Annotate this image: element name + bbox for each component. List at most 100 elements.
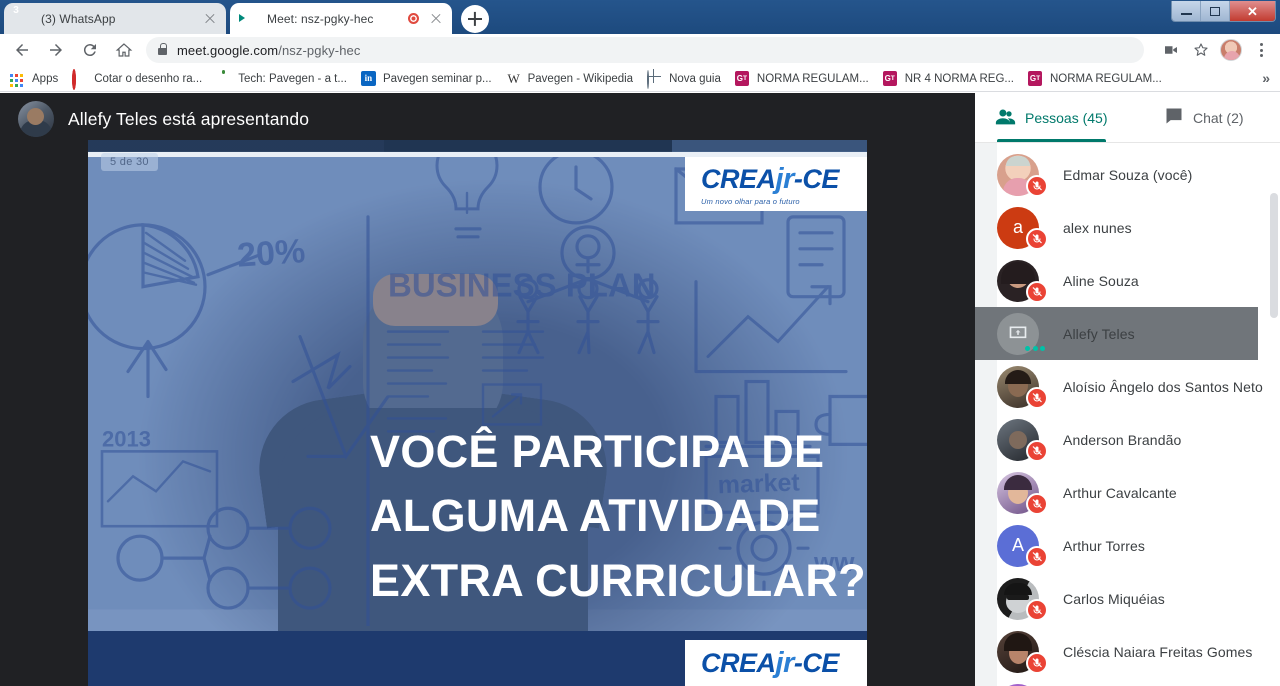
participant-row[interactable] (975, 678, 1280, 686)
bookmark-tech-pavegen[interactable]: Tech: Pavegen - a t... (216, 71, 347, 87)
linkedin-icon: in (360, 70, 377, 87)
presented-slide[interactable]: 20% BUSINESS PLAN market 2013 ww 5 de 30… (88, 140, 867, 686)
participant-row[interactable]: Aline Souza (975, 254, 1280, 307)
people-icon (995, 106, 1016, 130)
slide-counter-badge: 5 de 30 (101, 153, 158, 171)
participant-row[interactable]: A Arthur Torres (975, 519, 1280, 572)
apps-grid-icon (10, 71, 26, 87)
slide-bottom-bar: CREAjr-CE (88, 631, 867, 686)
presenter-status-text: Allefy Teles está apresentando (68, 108, 310, 129)
crea-logo-tagline: Um novo olhar para o futuro (701, 197, 800, 206)
people-panel: Pessoas (45) Chat (2) Edmar Souza (você)… (975, 93, 1280, 686)
participant-name: Cléscia Naiara Freitas Gomes (1063, 643, 1253, 660)
crea-wordmark: CREAjr-CE (701, 647, 840, 678)
participant-row[interactable]: Edmar Souza (você) (975, 148, 1280, 201)
participant-row[interactable]: Aloísio Ângelo dos Santos Neto (975, 360, 1280, 413)
bookmark-nr4-norma-reg[interactable]: GT NR 4 NORMA REG... (882, 70, 1014, 87)
mic-muted-icon (1026, 280, 1048, 303)
red-target-icon (72, 68, 88, 90)
mic-muted-icon (1026, 545, 1048, 568)
google-meet-app: Allefy Teles está apresentando 20% BUSIN… (0, 93, 1280, 686)
bookmark-label: Tech: Pavegen - a t... (238, 72, 347, 85)
window-minimize-button[interactable] (1172, 1, 1201, 21)
avatar (997, 418, 1048, 462)
tab-pessoas[interactable]: Pessoas (45) (975, 93, 1128, 142)
window-maximize-button[interactable] (1201, 1, 1230, 21)
address-bar[interactable]: meet.google.com/nsz-pgky-hec (146, 37, 1144, 63)
toolbar-icons (1154, 37, 1280, 63)
bookmark-label: NR 4 NORMA REG... (904, 72, 1014, 85)
participant-row[interactable]: Cléscia Naiara Freitas Gomes (975, 625, 1280, 678)
participant-name: Aloísio Ângelo dos Santos Neto (1063, 378, 1263, 395)
gt-doc-icon: GT (734, 70, 751, 87)
participant-name: Aline Souza (1063, 272, 1139, 289)
google-meet-icon (242, 11, 258, 27)
window-close-button[interactable]: ✕ (1230, 1, 1275, 21)
participant-row[interactable]: a alex nunes (975, 201, 1280, 254)
avatar (997, 577, 1048, 621)
crea-jr-logo-top: CREAjr-CE Um novo olhar para o futuro (685, 157, 867, 211)
participant-row[interactable]: Anderson Brandão (975, 413, 1280, 466)
mic-muted-icon (1026, 227, 1048, 250)
tab-title-meet: Meet: nsz-pgky-hec (267, 11, 374, 26)
reload-icon[interactable] (76, 36, 104, 64)
bookmark-apps[interactable]: Apps (10, 71, 58, 87)
close-icon[interactable] (202, 11, 218, 27)
participant-name: Allefy Teles (1063, 325, 1135, 342)
bookmark-label: NORMA REGULAM... (1050, 72, 1162, 85)
browser-tab-meet[interactable]: Meet: nsz-pgky-hec (230, 3, 452, 34)
wikipedia-icon: W (507, 70, 520, 86)
forward-icon[interactable] (42, 36, 70, 64)
new-tab-button[interactable] (461, 5, 489, 33)
bookmark-label: NORMA REGULAM... (756, 72, 869, 85)
bookmark-cotar-desenho[interactable]: Cotar o desenho ra... (72, 68, 202, 90)
kebab-menu-icon[interactable] (1248, 37, 1274, 63)
bookmark-norma-regulam-2[interactable]: GT NORMA REGULAM... (1028, 70, 1162, 87)
tab-title-whatsapp: (3) WhatsApp (41, 11, 116, 26)
profile-avatar[interactable] (1218, 37, 1244, 63)
avatar (997, 365, 1048, 409)
mic-muted-icon (1026, 174, 1048, 197)
slide-title-line-3: EXTRA CURRICULAR? (370, 554, 866, 606)
participants-list[interactable]: Edmar Souza (você) a alex nunes Aline So… (975, 143, 1280, 686)
lock-icon (158, 43, 168, 55)
mic-muted-icon (1026, 598, 1048, 621)
bookmark-nova-guia[interactable]: Nova guia (647, 69, 721, 89)
mic-muted-icon (1026, 386, 1048, 409)
bookmark-norma-regulam-1[interactable]: GT NORMA REGULAM... (734, 70, 869, 87)
presentation-header: Allefy Teles está apresentando (0, 93, 975, 145)
tab-pessoas-label: Pessoas (45) (1025, 109, 1108, 126)
slide-title-line-1: VOCÊ PARTICIPA DE (370, 426, 825, 477)
tab-chat[interactable]: Chat (2) (1128, 93, 1280, 142)
crea-wordmark: CREAjr-CE (701, 165, 867, 194)
recording-indicator-icon (408, 13, 419, 24)
back-icon[interactable] (8, 36, 36, 64)
bookmark-label: Nova guia (669, 72, 721, 85)
url-text: meet.google.com/nsz-pgky-hec (177, 43, 360, 58)
participant-row[interactable]: Carlos Miquéias (975, 572, 1280, 625)
crea-logo-text: CREA (701, 164, 776, 194)
crea-logo-suffix: -CE (793, 647, 840, 678)
camera-blocked-icon[interactable] (1158, 37, 1184, 63)
bookmarks-bar: Apps Cotar o desenho ra... Tech: Pavegen… (0, 66, 1280, 92)
close-icon[interactable] (428, 11, 444, 27)
participant-row-presenting[interactable]: Allefy Teles (975, 307, 1280, 360)
bookmark-pavegen-seminar[interactable]: in Pavegen seminar p... (360, 70, 492, 87)
bookmark-label: Apps (32, 72, 59, 85)
participant-row[interactable]: Arthur Cavalcante (975, 466, 1280, 519)
bookmark-pavegen-wikipedia[interactable]: W Pavegen - Wikipedia (506, 71, 633, 87)
browser-toolbar: meet.google.com/nsz-pgky-hec (0, 34, 1280, 66)
star-icon[interactable] (1188, 37, 1214, 63)
bookmark-label: Pavegen - Wikipedia (527, 72, 634, 85)
crea-logo-jr: jr (775, 163, 795, 195)
home-icon[interactable] (110, 36, 138, 64)
avatar (997, 471, 1048, 515)
panel-tab-bar: Pessoas (45) Chat (2) (975, 93, 1280, 143)
bookmarks-overflow-button[interactable]: » (1262, 70, 1270, 86)
chat-icon (1164, 106, 1184, 129)
participant-name: alex nunes (1063, 219, 1132, 236)
mic-muted-icon (1026, 439, 1048, 462)
participants-scrollbar[interactable] (1270, 193, 1278, 318)
crea-logo-text: CREA (701, 647, 776, 678)
browser-tab-whatsapp[interactable]: 3 (3) WhatsApp (4, 3, 226, 34)
